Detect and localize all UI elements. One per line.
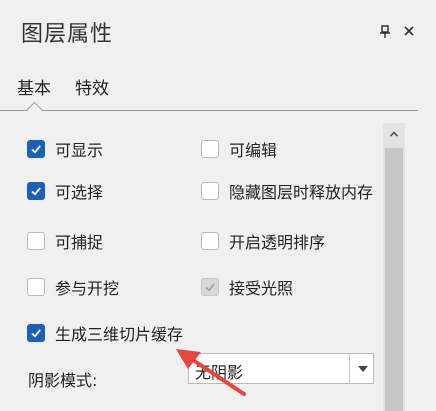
option-receive-lighting[interactable]: 接受光照 xyxy=(201,275,293,299)
scroll-thumb[interactable] xyxy=(385,148,403,411)
option-label: 开启透明排序 xyxy=(229,233,326,252)
tab-bar: 基本 特效 xyxy=(0,64,436,110)
checkbox-visible[interactable] xyxy=(27,140,45,158)
option-selectable[interactable]: 可选择 xyxy=(27,179,103,203)
checkbox-receive-lighting[interactable] xyxy=(201,278,219,296)
checkmark-icon xyxy=(31,329,41,338)
checkbox-snappable[interactable] xyxy=(27,232,45,250)
checkbox-release-memory[interactable] xyxy=(201,182,219,200)
panel-title: 图层属性 xyxy=(21,22,114,47)
checkbox-editable[interactable] xyxy=(201,140,219,158)
select-divider xyxy=(349,354,350,383)
option-release-memory[interactable]: 隐藏图层时释放内存 xyxy=(201,179,373,203)
option-3d-tile-cache[interactable]: 生成三维切片缓存 xyxy=(27,321,183,345)
option-label: 接受光照 xyxy=(229,279,294,298)
checkmark-icon xyxy=(31,187,41,196)
option-editable[interactable]: 可编辑 xyxy=(201,137,277,161)
option-excavation[interactable]: 参与开挖 xyxy=(27,275,119,299)
tab-divider xyxy=(0,110,418,111)
annotation-arrow-icon xyxy=(176,349,246,396)
option-label: 可捕捉 xyxy=(55,233,104,252)
checkmark-icon xyxy=(31,145,41,154)
close-icon[interactable] xyxy=(400,22,418,40)
checkbox-excavation[interactable] xyxy=(27,278,45,296)
checkbox-selectable[interactable] xyxy=(27,182,45,200)
option-label: 可显示 xyxy=(55,141,104,160)
layer-properties-panel: 图层属性 基本 特效 可显示 可编辑 可选择 隐藏图层时释放内存 可捕捉 开启透… xyxy=(0,0,436,411)
shadow-mode-label: 阴影模式: xyxy=(28,371,98,390)
option-label: 可选择 xyxy=(55,183,104,202)
checkbox-transparency-sort[interactable] xyxy=(201,232,219,250)
option-transparency-sort[interactable]: 开启透明排序 xyxy=(201,229,325,253)
option-label: 可编辑 xyxy=(229,141,278,160)
pin-icon[interactable] xyxy=(378,24,392,40)
vertical-scrollbar[interactable] xyxy=(383,123,405,411)
option-label: 参与开挖 xyxy=(55,279,120,298)
option-visible[interactable]: 可显示 xyxy=(27,137,103,161)
chevron-up-icon[interactable] xyxy=(383,123,405,145)
option-label: 隐藏图层时释放内存 xyxy=(229,183,374,202)
chevron-down-icon[interactable] xyxy=(352,354,373,383)
checkbox-3d-tile-cache[interactable] xyxy=(27,324,45,342)
option-snappable[interactable]: 可捕捉 xyxy=(27,229,103,253)
tab-basic[interactable]: 基本 xyxy=(17,74,51,99)
checkmark-icon xyxy=(205,283,215,292)
option-label: 生成三维切片缓存 xyxy=(55,325,184,344)
tab-effects[interactable]: 特效 xyxy=(75,74,109,99)
